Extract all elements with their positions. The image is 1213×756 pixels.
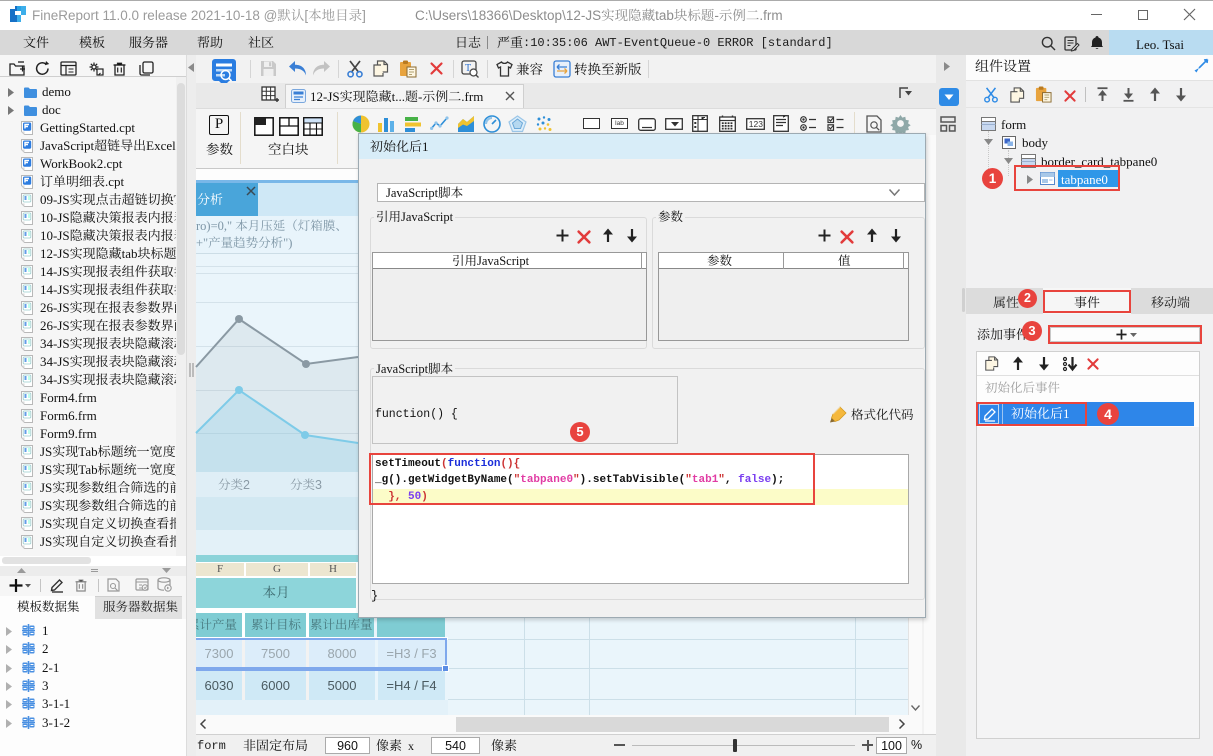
svg-text:123: 123 bbox=[749, 119, 763, 129]
